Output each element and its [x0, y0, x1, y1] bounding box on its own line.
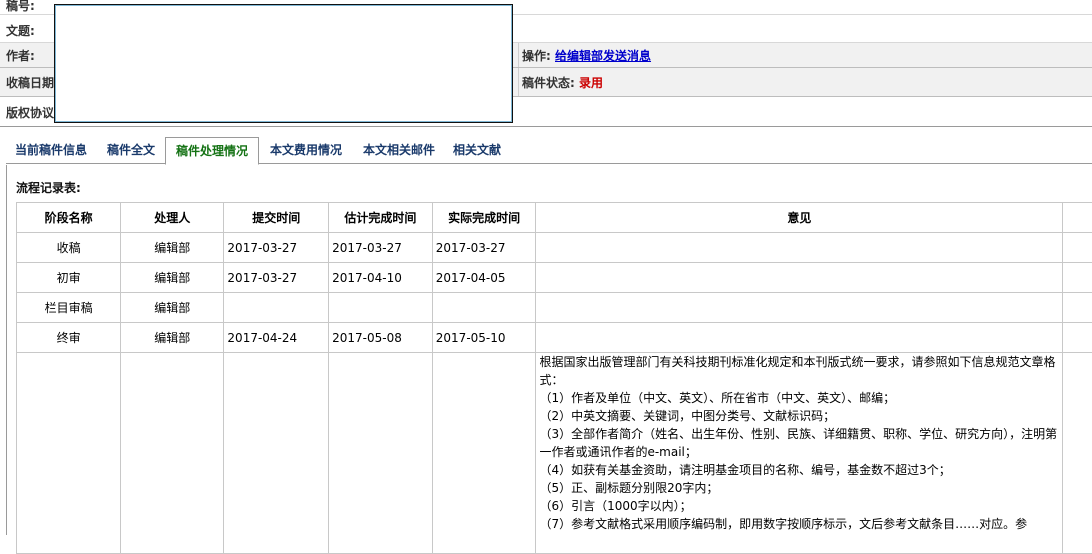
cell-submit-time [224, 353, 329, 554]
header-handler: 处理人 [121, 203, 224, 233]
tab-related-literature[interactable]: 相关文献 [448, 137, 506, 163]
table-row: 根据国家出版管理部门有关科技期刊标准化规定和本刊版式统一要求，请参照如下信息规范… [17, 353, 1092, 554]
overlay-popup-box [54, 4, 513, 123]
table-header-row: 阶段名称 处理人 提交时间 估计完成时间 实际完成时间 意见 [17, 203, 1092, 233]
cell-opinion [536, 323, 1063, 353]
table-row: 栏目审稿 编辑部 [17, 293, 1092, 323]
flow-record-title: 流程记录表: [16, 179, 81, 196]
tab-related-emails[interactable]: 本文相关邮件 [356, 137, 442, 163]
cell-handler: 编辑部 [121, 293, 224, 323]
status-field: 稿件状态: 录用 [522, 74, 603, 91]
manuscript-no-label: 稿号: [6, 0, 35, 14]
column-divider [518, 68, 519, 96]
send-message-link[interactable]: 给编辑部发送消息 [555, 49, 651, 63]
column-divider [518, 43, 519, 67]
opinion-line: （1）作者及单位（中文、英文）、所在省市（中文、英文）、邮编； [539, 389, 1059, 407]
header-extra [1063, 203, 1092, 233]
cell-extra [1063, 323, 1092, 353]
opinion-line: 式： [539, 371, 1059, 389]
opinion-line: （3）全部作者简介（姓名、出生年份、性别、民族、详细籍贯、职称、学位、研究方向）… [539, 425, 1059, 443]
cell-stage: 收稿 [17, 233, 121, 263]
status-badge: 录用 [579, 76, 603, 90]
cell-stage [17, 353, 121, 554]
cell-actual-time: 2017-03-27 [432, 233, 536, 263]
received-date-label: 收稿日期 [6, 74, 54, 91]
opinion-line: （2）中英文摘要、关键词，中图分类号、文献标识码； [539, 407, 1059, 425]
operation-field: 操作: 给编辑部发送消息 [522, 47, 651, 64]
cell-stage: 初审 [17, 263, 121, 293]
tab-bar: 当前稿件信息 稿件全文 稿件处理情况 本文费用情况 本文相关邮件 相关文献 [0, 129, 1092, 165]
table-row: 收稿 编辑部 2017-03-27 2017-03-27 2017-03-27 [17, 233, 1092, 263]
header-submit-time: 提交时间 [224, 203, 329, 233]
opinion-line: （5）正、副标题分别限20字内； [539, 479, 1059, 497]
author-label: 作者: [6, 47, 35, 64]
cell-extra [1063, 263, 1092, 293]
cell-submit-time: 2017-03-27 [224, 233, 329, 263]
cell-handler [121, 353, 224, 554]
cell-actual-time [432, 353, 536, 554]
operation-label: 操作: [522, 49, 551, 63]
opinion-line: 根据国家出版管理部门有关科技期刊标准化规定和本刊版式统一要求，请参照如下信息规范… [539, 353, 1059, 371]
cell-extra [1063, 353, 1092, 554]
header-estimated-time: 估计完成时间 [329, 203, 433, 233]
tab-fees[interactable]: 本文费用情况 [263, 137, 349, 163]
cell-handler: 编辑部 [121, 233, 224, 263]
cell-handler: 编辑部 [121, 263, 224, 293]
cell-opinion [536, 293, 1063, 323]
cell-estimated-time [329, 353, 433, 554]
opinion-line: （6）引言（1000字以内）； [539, 497, 1059, 515]
cell-submit-time: 2017-04-24 [224, 323, 329, 353]
cell-stage: 栏目审稿 [17, 293, 121, 323]
cell-extra [1063, 233, 1092, 263]
cell-opinion [536, 233, 1063, 263]
cell-handler: 编辑部 [121, 323, 224, 353]
header-stage: 阶段名称 [17, 203, 121, 233]
cell-stage: 终审 [17, 323, 121, 353]
tab-processing-status[interactable]: 稿件处理情况 [165, 137, 259, 165]
flow-record-table: 阶段名称 处理人 提交时间 估计完成时间 实际完成时间 意见 收稿 编辑部 20… [16, 202, 1092, 554]
opinion-line: （4）如获有关基金资助，请注明基金项目的名称、编号，基金数不超过3个； [539, 461, 1059, 479]
cell-actual-time: 2017-05-10 [432, 323, 536, 353]
cell-actual-time: 2017-04-05 [432, 263, 536, 293]
opinion-line: 一作者或通讯作者的e-mail； [539, 443, 1059, 461]
processing-panel: 流程记录表: 阶段名称 处理人 提交时间 估计完成时间 实际完成时间 意见 收稿… [6, 165, 1092, 535]
cell-estimated-time: 2017-03-27 [329, 233, 433, 263]
title-label: 文题: [6, 22, 35, 39]
copyright-label: 版权协议 [6, 104, 54, 121]
cell-extra [1063, 293, 1092, 323]
tab-full-text[interactable]: 稿件全文 [101, 137, 161, 163]
cell-estimated-time [329, 293, 433, 323]
cell-opinion [536, 263, 1063, 293]
opinion-line: （7）参考文献格式采用顺序编码制，即用数字按顺序标示，文后参考文献条目……对应。… [539, 515, 1059, 533]
cell-estimated-time: 2017-04-10 [329, 263, 433, 293]
cell-actual-time [432, 293, 536, 323]
header-opinion: 意见 [536, 203, 1063, 233]
cell-opinion-text: 根据国家出版管理部门有关科技期刊标准化规定和本刊版式统一要求，请参照如下信息规范… [536, 353, 1063, 554]
cell-submit-time [224, 293, 329, 323]
table-row: 终审 编辑部 2017-04-24 2017-05-08 2017-05-10 [17, 323, 1092, 353]
table-row: 初审 编辑部 2017-03-27 2017-04-10 2017-04-05 [17, 263, 1092, 293]
cell-submit-time: 2017-03-27 [224, 263, 329, 293]
status-label: 稿件状态: [522, 76, 575, 90]
cell-estimated-time: 2017-05-08 [329, 323, 433, 353]
tab-current-info[interactable]: 当前稿件信息 [8, 137, 94, 163]
header-actual-time: 实际完成时间 [432, 203, 536, 233]
